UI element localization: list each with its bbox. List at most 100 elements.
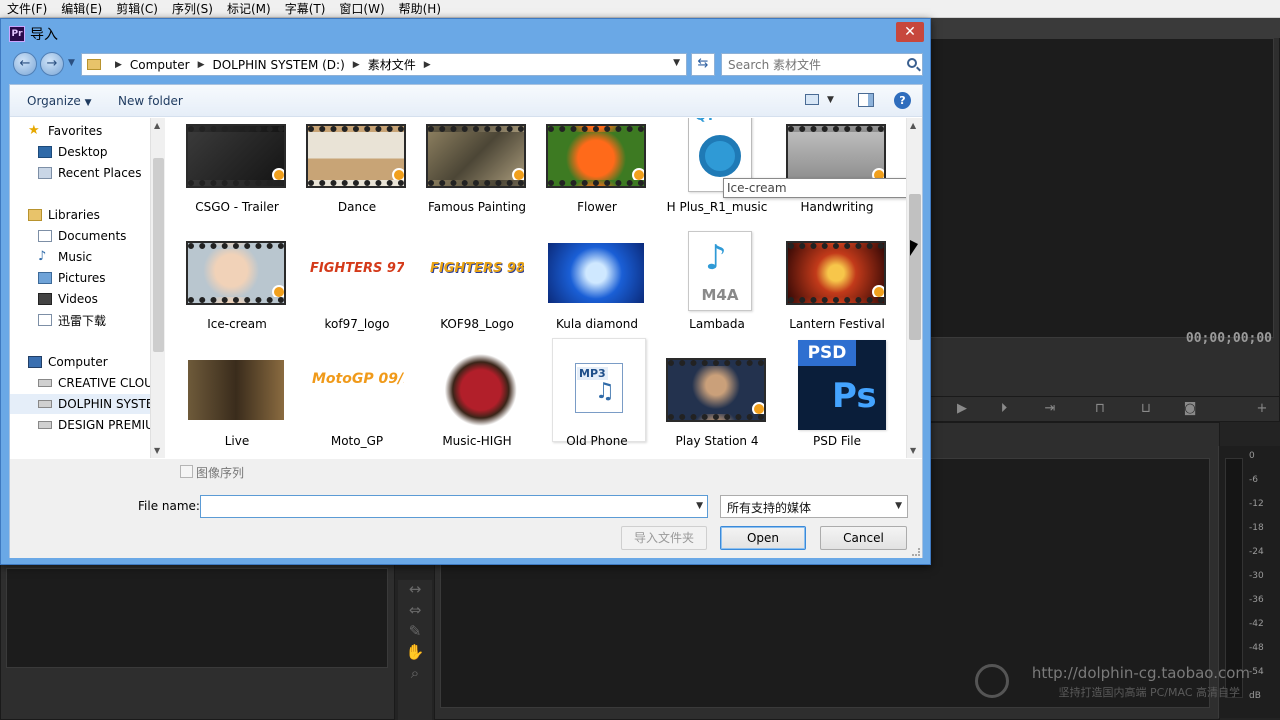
file-item[interactable]: Flower: [530, 118, 650, 233]
file-item[interactable]: PSD Ps PSD File: [770, 340, 890, 458]
menu-title[interactable]: 字幕(T): [278, 0, 333, 18]
nav-xunlei[interactable]: 迅雷下载: [38, 310, 166, 330]
menu-clip[interactable]: 剪辑(C): [109, 0, 165, 18]
nav-drive-design[interactable]: DESIGN PREMIUM: [38, 415, 166, 435]
change-view-icon[interactable]: [805, 94, 819, 105]
file-item[interactable]: Ice-cream: [170, 235, 290, 350]
nav-recent-places[interactable]: Recent Places: [38, 163, 166, 183]
open-button[interactable]: Open: [720, 526, 806, 550]
nav-scrollbar-thumb[interactable]: [153, 158, 164, 352]
nav-computer[interactable]: Computer: [28, 352, 166, 372]
resize-grip-icon[interactable]: [912, 548, 920, 556]
chevron-right-icon[interactable]: ▶: [115, 60, 122, 70]
file-name-input[interactable]: [204, 498, 684, 515]
scroll-down-icon[interactable]: ▼: [154, 446, 160, 455]
file-grid-scrollbar[interactable]: ▲ ▼: [906, 118, 922, 458]
menu-help[interactable]: 帮助(H): [392, 0, 448, 18]
watermark-url: http://dolphin-cg.taobao.com: [1031, 664, 1250, 682]
image-sequence-checkbox[interactable]: [180, 465, 193, 478]
preview-pane-icon[interactable]: [858, 93, 874, 107]
nav-documents[interactable]: Documents: [38, 226, 166, 246]
zoom-tool-icon[interactable]: ⌕: [398, 664, 432, 685]
organize-button[interactable]: Organize ▼: [27, 94, 92, 108]
file-item[interactable]: Dance: [290, 118, 410, 233]
address-row: ← → ▼ ▶ Computer ▶ DOLPHIN SYSTEM (D:) ▶…: [9, 50, 923, 80]
computer-icon: [28, 356, 42, 368]
address-dropdown-icon[interactable]: ▼: [673, 58, 680, 68]
file-item[interactable]: Lantern Festival: [770, 235, 890, 350]
file-item[interactable]: Live: [170, 352, 290, 458]
new-folder-button[interactable]: New folder: [118, 94, 183, 108]
chevron-right-icon[interactable]: ▶: [353, 60, 360, 70]
program-monitor-header: [930, 18, 1280, 38]
file-item[interactable]: Famous Painting: [410, 118, 530, 233]
chevron-right-icon[interactable]: ▶: [198, 60, 205, 70]
cancel-button[interactable]: Cancel: [820, 526, 907, 550]
address-bar[interactable]: ▶ Computer ▶ DOLPHIN SYSTEM (D:) ▶ 素材文件 …: [81, 53, 687, 76]
nav-libraries[interactable]: Libraries: [28, 205, 166, 225]
file-item[interactable]: MotoGP 09/10 Moto_GP: [290, 352, 410, 458]
nav-drive-dolphin[interactable]: DOLPHIN SYSTEM: [10, 394, 150, 414]
go-to-out-icon[interactable]: ⇥: [1041, 402, 1059, 416]
scroll-down-icon[interactable]: ▼: [910, 446, 916, 455]
view-options-chevron-icon[interactable]: ▼: [827, 95, 834, 105]
file-grid-scrollbar-thumb[interactable]: [909, 194, 921, 340]
file-item[interactable]: FIGHTERS 97 kof97_logo: [290, 235, 410, 350]
menu-marker[interactable]: 标记(M): [220, 0, 278, 18]
file-item[interactable]: QT H Plus_R1_music: [650, 118, 770, 233]
meter-tick: -48: [1249, 643, 1264, 653]
search-icon[interactable]: [907, 58, 917, 68]
forward-button[interactable]: →: [40, 52, 64, 76]
media-badge-icon: [512, 168, 524, 180]
breadcrumb-folder[interactable]: 素材文件: [368, 56, 416, 73]
file-item[interactable]: FIGHTERS 98 KOF98_Logo: [410, 235, 530, 350]
lift-icon[interactable]: ⊓: [1091, 402, 1109, 416]
help-icon[interactable]: ?: [894, 92, 911, 109]
scroll-up-icon[interactable]: ▲: [154, 121, 160, 130]
file-name: Ice-cream: [207, 317, 267, 331]
scroll-up-icon[interactable]: ▲: [910, 121, 916, 130]
add-button-icon[interactable]: +: [1253, 402, 1271, 416]
chevron-right-icon[interactable]: ▶: [424, 60, 431, 70]
ripple-tool-icon[interactable]: ↔: [398, 580, 432, 601]
step-forward-icon[interactable]: ⏵: [995, 402, 1013, 416]
nav-pictures[interactable]: Pictures: [38, 268, 166, 288]
file-type-select[interactable]: 所有支持的媒体 ▼: [720, 495, 908, 518]
menu-sequence[interactable]: 序列(S): [165, 0, 220, 18]
file-item[interactable]: ♪ M4A Lambada: [650, 231, 770, 350]
breadcrumb-drive[interactable]: DOLPHIN SYSTEM (D:): [213, 58, 345, 72]
breadcrumb-computer[interactable]: Computer: [130, 58, 190, 72]
file-name-dropdown-icon[interactable]: ▼: [696, 501, 703, 511]
dialog-titlebar[interactable]: Pr 导入 ✕: [1, 19, 930, 47]
nav-scrollbar[interactable]: ▲ ▼: [150, 118, 165, 458]
hand-tool-icon[interactable]: ✋: [398, 643, 432, 664]
import-folder-button[interactable]: 导入文件夹: [621, 526, 707, 550]
refresh-button[interactable]: ⇆: [691, 53, 715, 76]
file-item[interactable]: Play Station 4: [650, 352, 770, 458]
nav-music[interactable]: ♪ Music: [38, 247, 166, 267]
nav-favorites-label: Favorites: [48, 124, 103, 138]
nav-desktop[interactable]: Desktop: [38, 142, 166, 162]
file-type-value: 所有支持的媒体: [727, 501, 812, 515]
nav-videos[interactable]: Videos: [38, 289, 166, 309]
close-button[interactable]: ✕: [896, 22, 924, 42]
file-item[interactable]: Music-HIGH: [410, 352, 530, 458]
media-badge-icon: [392, 168, 404, 180]
menu-window[interactable]: 窗口(W): [332, 0, 391, 18]
recent-locations-chevron-icon[interactable]: ▼: [68, 58, 75, 68]
file-item[interactable]: MP3 ♫ Old Phone: [530, 338, 650, 458]
nav-favorites[interactable]: ★ Favorites: [28, 121, 166, 141]
slip-tool-icon[interactable]: ⇔: [398, 601, 432, 622]
camera-icon[interactable]: ◙: [1181, 402, 1199, 416]
file-item[interactable]: Kula diamond: [530, 235, 650, 350]
play-icon[interactable]: ▶: [953, 402, 971, 416]
search-input[interactable]: [728, 56, 898, 73]
file-item[interactable]: Handwriting: [770, 118, 890, 233]
back-button[interactable]: ←: [13, 52, 37, 76]
menu-file[interactable]: 文件(F): [0, 0, 54, 18]
extract-icon[interactable]: ⊔: [1137, 402, 1155, 416]
file-item[interactable]: CSGO - Trailer: [170, 118, 290, 233]
menu-edit[interactable]: 编辑(E): [54, 0, 109, 18]
pen-tool-icon[interactable]: ✎: [398, 622, 432, 643]
nav-drive-creative-cloud[interactable]: CREATIVE CLOUD: [38, 373, 166, 393]
